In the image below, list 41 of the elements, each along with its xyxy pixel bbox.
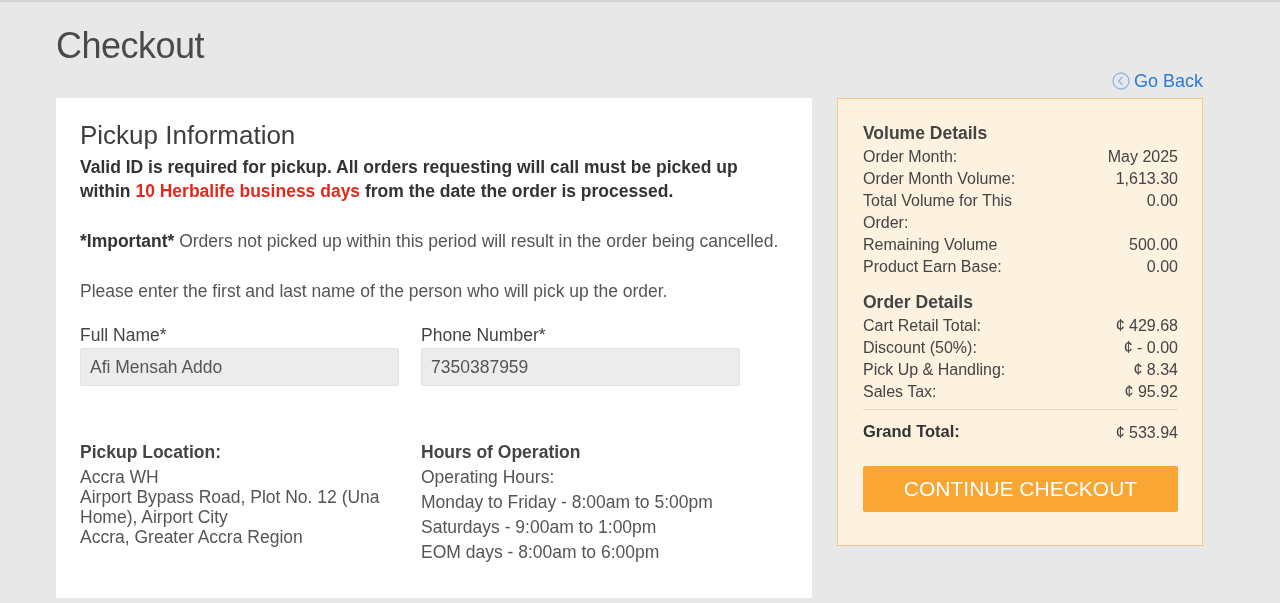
summary-label: Order Month Volume:: [863, 169, 1016, 189]
location-title: Pickup Location:: [80, 442, 222, 463]
address-line: Accra, Greater Accra Region: [80, 527, 304, 547]
summary-label: Order Month:: [863, 147, 958, 167]
hours-line: Saturdays - 9:00am to 1:00pm: [421, 517, 658, 537]
go-back-link[interactable]: Go Back: [1111, 70, 1203, 92]
hours-line: Operating Hours:: [421, 467, 556, 487]
summary-label: Discount (50%):: [863, 338, 977, 358]
grand-total-value: ¢ 533.94: [1115, 423, 1178, 443]
instruction-text: Please enter the first and last name of the person who will pick up the order.: [80, 280, 669, 303]
summary-label: Total Volume for This Order:: [863, 191, 1014, 233]
summary-value: 1,613.30: [1115, 169, 1178, 189]
summary-label: Cart Retail Total:: [863, 316, 981, 336]
section-title: Pickup Information: [80, 120, 297, 151]
summary-label: Sales Tax:: [863, 382, 937, 402]
summary-label: Product Earn Base:: [863, 257, 1002, 277]
summary-value: 0.00: [1146, 257, 1178, 277]
summary-value: ¢ 95.92: [1124, 382, 1178, 402]
summary-value: ¢ 8.34: [1133, 360, 1178, 380]
summary-label: Remaining Volume: [863, 235, 998, 255]
hours-title: Hours of Operation: [421, 442, 582, 463]
summary-value: 500.00: [1129, 235, 1178, 255]
field-label: Full Name*: [80, 325, 168, 346]
text-field[interactable]: 7350387959: [421, 348, 740, 386]
page-title: Checkout: [56, 24, 206, 68]
summary-value: ¢ 429.68: [1115, 316, 1178, 336]
field-label: Phone Number*: [421, 325, 547, 346]
grand-total-label: Grand Total:: [863, 422, 960, 441]
summary-value: 0.00: [1146, 191, 1178, 211]
address-line: Airport Bypass Road, Plot No. 12 (Una Home), Airport City: [80, 487, 381, 527]
pickup-notice: Valid ID is required for pickup. All orders requesting will call must be picked up within 10 Herbalife business days from the date the order is processed.: [80, 156, 739, 203]
hours-line: Monday to Friday - 8:00am to 5:00pm: [421, 492, 714, 512]
address-line: Accra WH: [80, 467, 160, 487]
summary-value: ¢ - 0.00: [1123, 338, 1178, 358]
summary-heading: Order Details: [863, 292, 974, 313]
text-field[interactable]: Afi Mensah Addo: [80, 348, 399, 386]
summary-label: Pick Up & Handling:: [863, 360, 1006, 380]
hours-line: EOM days - 8:00am to 6:00pm: [421, 542, 661, 562]
summary-heading: Volume Details: [863, 123, 989, 144]
important-note: *Important* Orders not picked up within this period will result in the order being cancelled.: [80, 230, 780, 253]
summary-value: May 2025: [1107, 147, 1178, 167]
